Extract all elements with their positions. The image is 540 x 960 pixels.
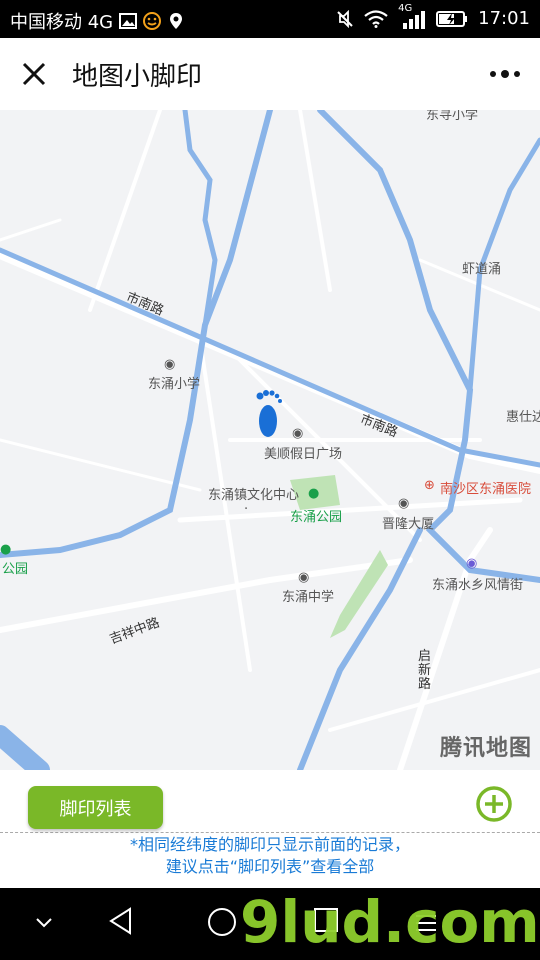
road-label-qixin: 启新路 — [418, 649, 432, 692]
poi-xiadao: 虾道涌 — [462, 262, 502, 277]
wifi-icon — [364, 9, 388, 28]
system-nav-bar: 9lud.com — [0, 888, 540, 960]
poi-icon: ◉ — [398, 496, 410, 511]
poi-icon: ◉ — [466, 556, 478, 571]
emoji-icon — [143, 12, 162, 30]
poi-top: 东寻小学 — [426, 110, 479, 123]
road-west-1 — [0, 438, 202, 492]
footprint-icon[interactable] — [253, 388, 283, 440]
status-left: 中国移动 4G — [10, 8, 185, 34]
poi-culture-center: 东涌镇文化中心 — [208, 488, 300, 503]
carrier-label: 中国移动 4G — [10, 12, 114, 33]
road-central-2 — [177, 497, 523, 523]
close-icon[interactable] — [16, 56, 52, 92]
home-circle-icon[interactable] — [206, 906, 238, 938]
signal-group: 4G — [398, 3, 426, 29]
clock: 17:01 — [478, 8, 530, 29]
road-jixiang-east — [267, 557, 413, 583]
plus-circle-icon[interactable] — [476, 786, 512, 822]
hospital-icon: ⊕ — [424, 478, 435, 493]
poi-dongyong-park: 东涌公园 — [290, 510, 343, 525]
poi-icon: ◉ — [298, 570, 310, 585]
location-icon — [170, 13, 183, 29]
map-view[interactable]: 市南路 市南路 吉祥中路 启新路 ◉ 东涌小学 ◉ 美顺假日广场 东涌镇文化中心… — [0, 110, 540, 770]
poi-jinlong: 晋隆大厦 — [382, 517, 435, 532]
park-icon: ● — [308, 486, 320, 501]
poi-icon: ◉ — [164, 357, 176, 372]
bottom-toolbar: 脚印列表 — [0, 770, 540, 833]
more-dots-icon[interactable] — [488, 64, 522, 84]
hint-line-2: 建议点击“脚印列表”查看全部 — [165, 857, 375, 876]
poi-meishun-plaza: 美顺假日广场 — [264, 447, 343, 462]
title-bar: 地图小脚印 — [0, 38, 540, 110]
signal-icon — [403, 10, 426, 29]
road-south-east — [328, 668, 540, 732]
back-triangle-icon[interactable] — [106, 906, 136, 936]
page-title: 地图小脚印 — [72, 62, 203, 92]
green-strip-area — [330, 550, 388, 638]
poi-icon: ◉ — [292, 426, 304, 441]
poi-dot-icon: · — [244, 502, 249, 517]
river-southwest — [0, 725, 50, 770]
map-provider-logo: 腾讯地图 — [439, 736, 532, 761]
status-right: 4G 17:01 — [336, 3, 530, 29]
mute-icon — [337, 9, 353, 28]
river-branch-north — [182, 110, 218, 328]
status-bar: 中国移动 4G 4G 17:01 — [0, 0, 540, 38]
battery-charging-icon — [436, 10, 468, 27]
road-north-2 — [298, 110, 332, 292]
hint-line-1: *相同经纬度的脚印只显示前面的记录， — [129, 835, 410, 854]
poi-hospital: 南沙区东涌医院 — [440, 482, 532, 497]
park-icon: ● — [0, 542, 12, 557]
road-central-1 — [198, 338, 252, 672]
image-icon — [119, 13, 138, 29]
chevron-down-icon[interactable] — [34, 916, 54, 930]
poi-watertown: 东涌水乡风情街 — [432, 578, 524, 593]
map-canvas[interactable] — [0, 110, 540, 770]
poi-dongyong-primary: 东涌小学 — [148, 377, 201, 392]
hint-text: *相同经纬度的脚印只显示前面的记录， 建议点击“脚印列表”查看全部 — [0, 834, 540, 888]
poi-dongyong-middle: 东涌中学 — [282, 590, 335, 605]
site-watermark: 9lud.com — [240, 888, 540, 956]
road-west-2 — [0, 218, 62, 242]
road-north-1 — [88, 110, 162, 312]
poi-left-park: 公园 — [2, 562, 29, 577]
footprint-list-button[interactable]: 脚印列表 — [28, 786, 163, 829]
poi-huishi: 惠仕达 — [506, 410, 540, 425]
